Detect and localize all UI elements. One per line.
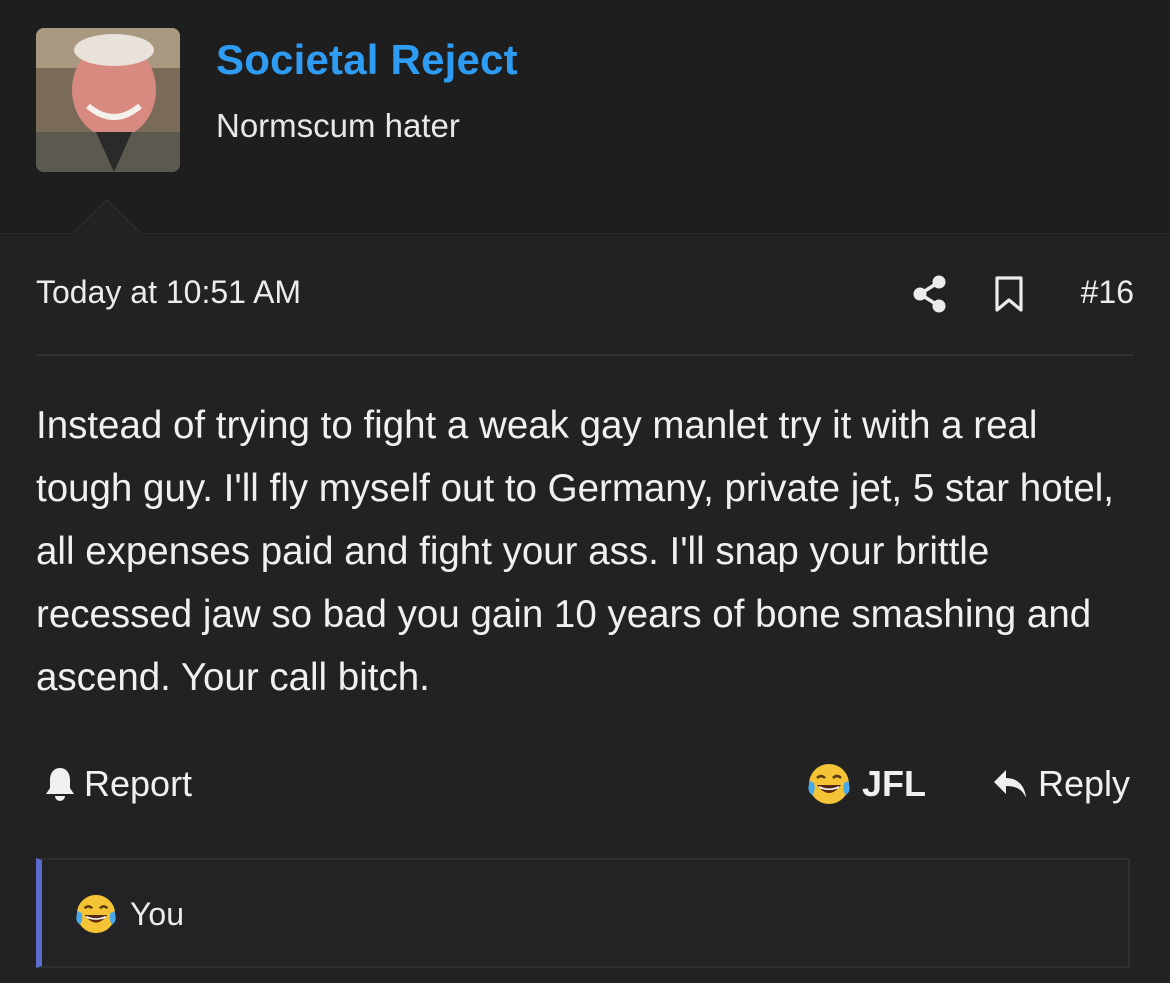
post-actions: Report JFL Reply [36,756,1134,816]
bell-icon [46,768,74,801]
post-user-header: Societal Reject Normscum hater [0,0,1170,234]
post-timestamp[interactable]: Today at 10:51 AM [36,274,301,311]
reply-button[interactable]: Reply [992,756,1130,812]
user-title: Normscum hater [216,107,460,144]
bookmark-icon[interactable] [994,276,1024,312]
post-meta-row: Today at 10:51 AM #16 [36,270,1134,356]
reactions-summary-label: You [130,895,184,932]
jfl-label: JFL [862,763,927,804]
jfl-reaction-button[interactable]: JFL [806,756,926,812]
report-label: Report [84,763,193,804]
crying-laughing-emoji-icon [76,894,116,934]
reactions-summary: You [74,892,184,936]
avatar[interactable] [36,28,180,172]
share-icon[interactable] [912,274,948,314]
reply-arrow-icon [993,770,1026,798]
forum-post-page: Societal Reject Normscum hater Today at … [0,0,1170,983]
header-caret-arrow [72,200,142,234]
post-number-link[interactable]: #16 [1081,274,1134,311]
report-button[interactable]: Report [44,756,192,812]
crying-laughing-emoji-icon [808,764,850,804]
post-body-text: Instead of trying to fight a weak gay ma… [36,404,1114,699]
reply-label: Reply [1037,763,1130,804]
username-link[interactable]: Societal Reject [216,36,518,84]
reactions-bar[interactable]: You [36,858,1130,968]
